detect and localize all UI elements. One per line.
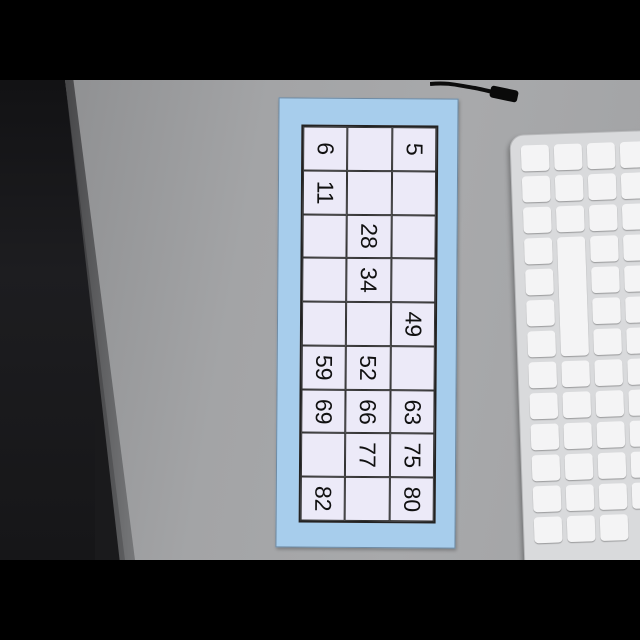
keyboard-keys xyxy=(520,140,640,560)
keyboard-key xyxy=(596,421,626,449)
keyboard-key xyxy=(565,484,595,512)
photo: 6 5 11 28 34 49 59 52 69 66 63 77 75 82 80 xyxy=(0,80,640,560)
bingo-cell: 28 xyxy=(346,214,392,259)
keyboard-key xyxy=(591,266,620,294)
keyboard-key xyxy=(523,237,553,265)
keyboard-key xyxy=(594,359,624,387)
keyboard-key xyxy=(621,203,640,231)
keyboard-key xyxy=(589,235,619,263)
keyboard-key xyxy=(626,327,640,354)
bingo-cell xyxy=(390,258,436,303)
keyboard-key xyxy=(553,143,583,171)
keyboard-key xyxy=(531,454,561,482)
keyboard-key xyxy=(597,452,627,480)
bingo-cell xyxy=(346,301,391,347)
keyboard-key xyxy=(533,516,563,544)
bingo-number: 52 xyxy=(355,354,382,381)
keyboard xyxy=(509,129,640,560)
keyboard-key xyxy=(528,361,558,389)
keyboard-key xyxy=(563,422,593,450)
keyboard-key xyxy=(595,390,625,418)
bingo-number: 5 xyxy=(401,142,428,156)
keyboard-key xyxy=(561,360,591,388)
bingo-number: 6 xyxy=(312,142,339,156)
bingo-number: 75 xyxy=(399,442,426,469)
bingo-grid: 6 5 11 28 34 49 59 52 69 66 63 77 75 82 80 xyxy=(298,124,439,524)
keyboard-key xyxy=(522,206,552,234)
keyboard-key xyxy=(620,172,640,200)
bingo-card: 6 5 11 28 34 49 59 52 69 66 63 77 75 82 80 xyxy=(275,97,459,549)
keyboard-key xyxy=(598,483,628,511)
keyboard-key xyxy=(529,392,559,420)
keyboard-key xyxy=(628,388,640,416)
bingo-cell: 11 xyxy=(302,170,348,215)
bingo-cell xyxy=(302,257,347,302)
bingo-cell xyxy=(302,214,348,259)
keyboard-key xyxy=(631,481,640,509)
bingo-number: 49 xyxy=(400,311,427,338)
keyboard-key xyxy=(554,174,584,202)
bingo-cell: 63 xyxy=(389,389,435,434)
bingo-cell: 80 xyxy=(389,477,434,522)
bingo-number: 80 xyxy=(398,486,426,513)
bingo-cell: 49 xyxy=(390,302,436,347)
keyboard-key xyxy=(586,142,616,170)
bingo-cell: 5 xyxy=(391,127,437,172)
keyboard-key xyxy=(593,328,623,356)
bingo-cell xyxy=(347,170,392,215)
keyboard-key xyxy=(564,453,594,481)
keyboard-key xyxy=(532,485,562,513)
bingo-cell xyxy=(347,126,393,171)
keyboard-key xyxy=(527,330,557,358)
keyboard-key xyxy=(630,450,640,478)
bingo-cell: 59 xyxy=(301,345,347,390)
keyboard-key xyxy=(556,236,590,357)
bingo-cell: 69 xyxy=(301,389,346,434)
bingo-cell: 77 xyxy=(345,433,390,478)
keyboard-key xyxy=(629,419,640,447)
keyboard-key xyxy=(623,265,640,293)
bingo-number: 69 xyxy=(310,398,338,425)
keyboard-key xyxy=(555,205,585,233)
keyboard-key xyxy=(526,299,556,327)
bingo-cell: 6 xyxy=(303,126,348,171)
bingo-number: 59 xyxy=(311,354,338,381)
bingo-number: 28 xyxy=(356,223,383,250)
bingo-number: 63 xyxy=(399,398,426,425)
bingo-number: 82 xyxy=(310,485,337,512)
keyboard-key xyxy=(592,297,621,325)
bingo-number: 77 xyxy=(354,442,382,469)
keyboard-key xyxy=(625,296,640,324)
bingo-number: 66 xyxy=(355,398,382,425)
bingo-cell: 66 xyxy=(345,389,391,434)
keyboard-key xyxy=(627,358,640,385)
keyboard-key xyxy=(588,204,618,232)
keyboard-key xyxy=(619,141,640,169)
bingo-cell xyxy=(391,214,436,259)
keyboard-key xyxy=(530,423,560,451)
keyboard-key xyxy=(599,514,629,542)
bingo-cell xyxy=(391,170,437,216)
bingo-cell xyxy=(344,477,390,522)
bingo-cell: 34 xyxy=(346,258,392,303)
bingo-cell xyxy=(390,346,435,391)
bingo-cell: 82 xyxy=(300,476,346,521)
keyboard-key xyxy=(525,268,554,296)
keyboard-key xyxy=(622,234,640,262)
keyboard-key xyxy=(562,391,592,419)
keyboard-key xyxy=(587,173,617,201)
keyboard-key xyxy=(520,144,550,172)
bingo-number: 34 xyxy=(356,267,383,294)
keyboard-key xyxy=(521,175,551,203)
keyboard-key xyxy=(566,515,596,543)
bingo-cell: 75 xyxy=(389,433,435,478)
bingo-cell xyxy=(301,301,347,346)
bingo-number: 11 xyxy=(312,180,339,205)
bingo-cell: 52 xyxy=(345,345,391,390)
bingo-cell xyxy=(300,432,346,478)
